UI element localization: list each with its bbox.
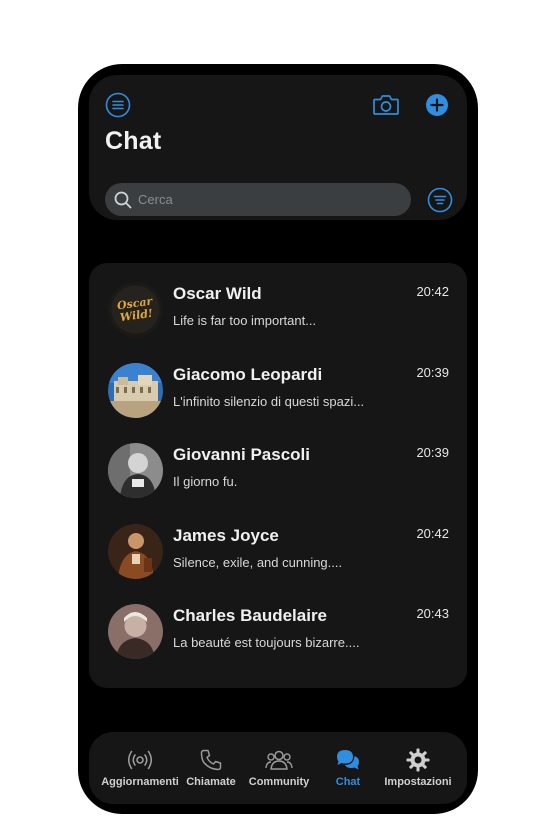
- chat-name: Giovanni Pascoli: [173, 445, 310, 464]
- chat-preview: L'infinito silenzio di questi spazi...: [173, 393, 365, 409]
- chat-name: Charles Baudelaire: [173, 606, 328, 625]
- nav-item-settings[interactable]: Impostazioni: [383, 732, 453, 804]
- nav-item-updates[interactable]: Aggiornamenti: [101, 732, 179, 804]
- chat-time: 20:39: [416, 364, 449, 380]
- chat-name: Giacomo Leopardi: [173, 364, 323, 384]
- avatar: [108, 523, 163, 579]
- chat-preview: Life is far too important...: [173, 313, 317, 328]
- header-card: Chat: [89, 75, 467, 220]
- camera-button[interactable]: [372, 92, 400, 118]
- page-title: Chat: [105, 127, 162, 155]
- nav-label: Chiamate: [186, 776, 236, 788]
- filter-button[interactable]: [427, 187, 453, 213]
- search-bar[interactable]: [105, 183, 411, 216]
- filter-icon: [427, 187, 453, 213]
- chat-time: 20:42: [416, 525, 449, 541]
- nav-label: Chat: [335, 776, 361, 788]
- gear-icon: [406, 748, 430, 772]
- chat-preview: Silence, exile, and cunning....: [173, 554, 343, 570]
- chat-preview: La beauté est toujours bizarre....: [173, 635, 360, 650]
- chat-time: 20:43: [416, 606, 449, 621]
- avatar: [108, 604, 163, 659]
- camera-icon: [373, 95, 399, 115]
- avatar: [108, 443, 163, 498]
- nav-item-chat[interactable]: Chat: [325, 732, 371, 804]
- nav-item-calls[interactable]: Chiamate: [183, 732, 239, 804]
- chat-list: Oscar Wild! Oscar Wild 20:42 Life is far…: [89, 263, 467, 688]
- chat-bubbles-icon: [337, 750, 359, 770]
- avatar: Oscar Wild!: [108, 282, 163, 337]
- broadcast-icon: [127, 750, 153, 770]
- chat-item[interactable]: Giovanni Pascoli 20:39 Il giorno fu.: [89, 437, 467, 518]
- nav-label: Aggiornamenti: [101, 776, 179, 788]
- new-chat-button[interactable]: [425, 93, 449, 117]
- chat-name: James Joyce: [173, 525, 279, 545]
- chat-item[interactable]: Giacomo Leopardi 20:39 L'infinito silenz…: [89, 357, 467, 438]
- nav-label: Impostazioni: [384, 776, 452, 788]
- menu-icon: [105, 92, 131, 118]
- avatar: [108, 362, 163, 418]
- phone-frame: Chat Oscar Wild!: [78, 64, 478, 814]
- nav-label: Community: [248, 776, 310, 788]
- phone-icon: [200, 749, 222, 771]
- chat-preview: Il giorno fu.: [173, 474, 238, 489]
- search-icon: [114, 191, 132, 208]
- chat-name: Oscar Wild: [173, 284, 262, 303]
- chat-time: 20:42: [416, 284, 449, 299]
- chat-item[interactable]: Charles Baudelaire 20:43 La beauté est t…: [89, 598, 467, 679]
- search-input[interactable]: [138, 192, 388, 207]
- community-icon: [265, 750, 293, 770]
- menu-button[interactable]: [105, 92, 131, 118]
- add-circle-icon: [426, 94, 448, 116]
- chat-item[interactable]: Oscar Wild! Oscar Wild 20:42 Life is far…: [89, 276, 467, 357]
- chat-time: 20:39: [416, 445, 449, 460]
- nav-item-community[interactable]: Community: [245, 732, 313, 804]
- chat-item[interactable]: James Joyce 20:42 Silence, exile, and cu…: [89, 518, 467, 599]
- bottom-nav: Aggiornamenti Chiamate Community Chat Im…: [89, 732, 467, 804]
